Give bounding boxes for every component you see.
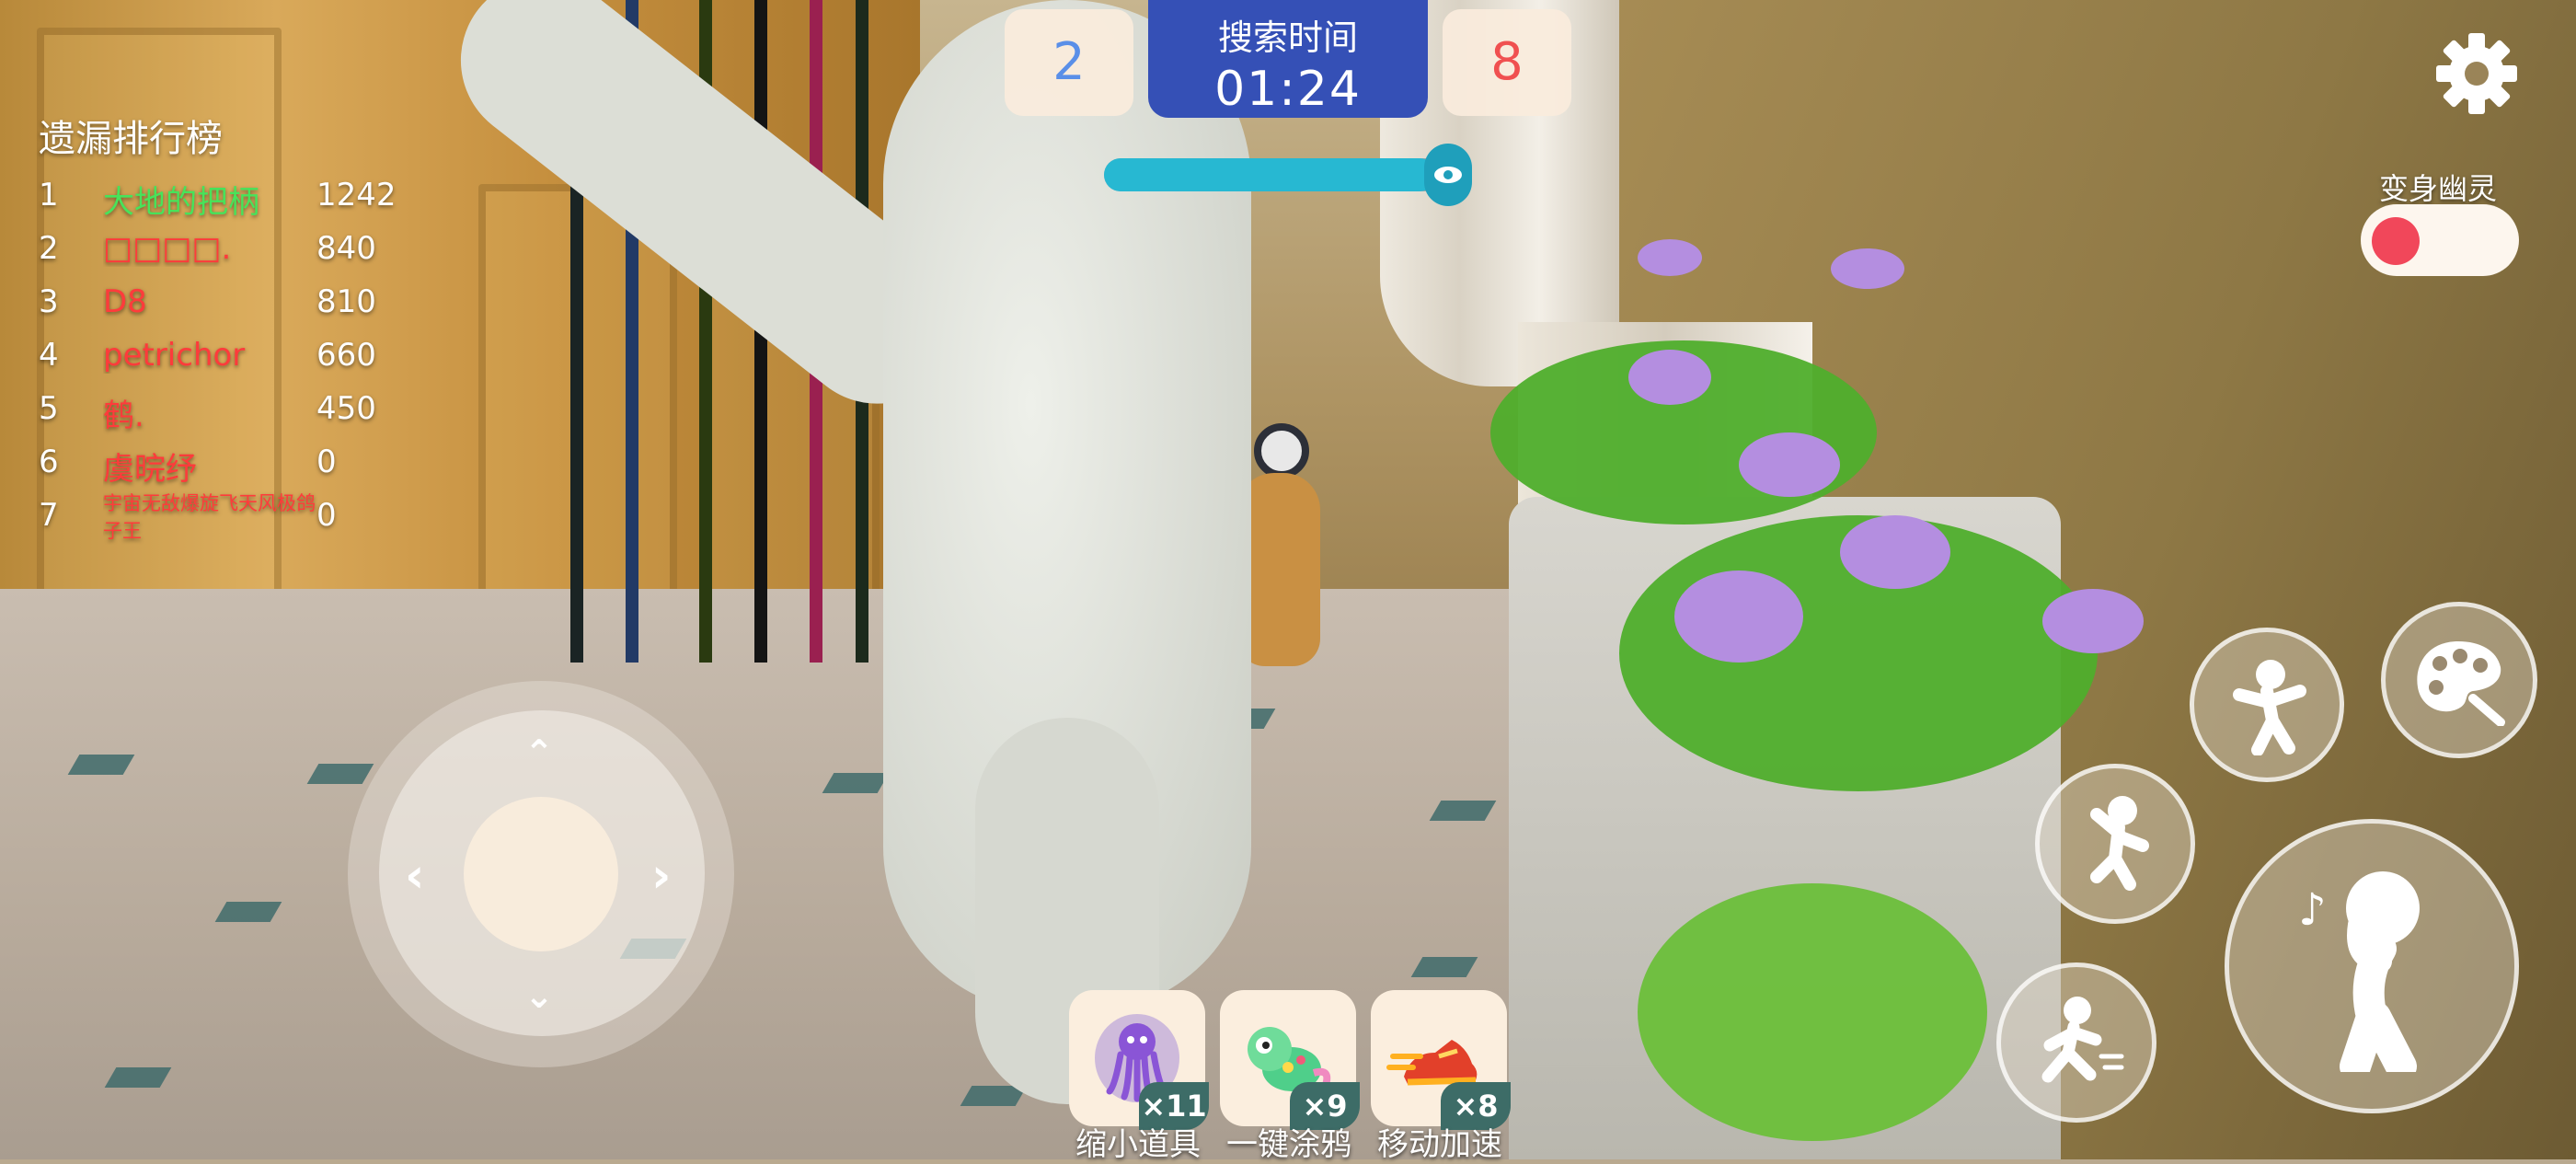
- leaderboard-score: 810: [316, 283, 376, 320]
- leaderboard-rank: 1: [39, 177, 59, 213]
- timer-label: 搜索时间: [1217, 17, 1358, 58]
- joystick-up-arrow: ⌃: [524, 732, 554, 773]
- run-icon: [2041, 997, 2124, 1083]
- graffiti-item-label: 一键涂鸦: [1226, 1126, 1351, 1163]
- joystick-right-arrow: ›: [651, 848, 672, 904]
- purple-flower: [1674, 570, 1803, 663]
- leaderboard-rank: 2: [39, 230, 59, 267]
- leaderboard-score: 0: [316, 444, 337, 480]
- svg-text:♪: ♪: [2298, 884, 2327, 936]
- palette-icon: [2417, 641, 2505, 726]
- leaderboard-row: 1 大地的把柄 1242: [39, 169, 425, 223]
- leaderboard-player-name: petrichor: [103, 337, 246, 374]
- whistle-button[interactable]: ♪: [2225, 819, 2519, 1113]
- leaderboard-row: 7 宇宙无敌爆旋飞天风极鸽子王 0: [39, 490, 425, 543]
- graffiti-item-button[interactable]: ×9: [1220, 990, 1360, 1130]
- leaderboard-rank: 7: [39, 497, 59, 534]
- eye-icon: [1424, 144, 1472, 206]
- jump-button[interactable]: [2035, 764, 2195, 924]
- ghost-mode-toggle[interactable]: [2361, 204, 2519, 276]
- sprint-button[interactable]: [1996, 962, 2156, 1123]
- leaderboard-score: 660: [316, 337, 376, 374]
- ghost-toggle-label: 变身幽灵: [2378, 171, 2497, 206]
- leaderboard-score: 450: [316, 390, 376, 427]
- timer-value: 01:24: [1214, 62, 1362, 117]
- joystick-down-arrow: ⌄: [524, 975, 554, 1016]
- leaderboard-row: 5 鹤. 450: [39, 383, 425, 436]
- leaderboard-player-name: 宇宙无敌爆旋飞天风极鸽子王: [103, 492, 316, 542]
- speed-boost-item-button[interactable]: ×8: [1371, 990, 1511, 1130]
- leaderboard-row: 6 虞晥纾 0: [39, 436, 425, 490]
- leaderboard: 1 大地的把柄 1242 2 □□□□. 840 3 D8 810 4 petr…: [0, 0, 460, 570]
- leaderboard-player-name: 鹤.: [103, 398, 144, 434]
- leaderboard-player-name: □□□□.: [103, 230, 232, 267]
- leaderboard-rank: 4: [39, 337, 59, 374]
- shrink-item-button[interactable]: ×11: [1069, 990, 1209, 1130]
- leaderboard-score: 840: [316, 230, 376, 267]
- leaderboard-score: 0: [316, 497, 337, 534]
- speed-boost-item-label: 移动加速: [1377, 1126, 1502, 1163]
- leaderboard-row: 2 □□□□. 840: [39, 223, 425, 276]
- detection-progress-fill: [1104, 158, 1436, 191]
- red-team-score: 8: [1443, 9, 1571, 116]
- whistle-icon: ♪: [2298, 871, 2420, 1072]
- toggle-knob: [2372, 217, 2420, 265]
- purple-flower: [1831, 248, 1904, 289]
- leaderboard-rank: 5: [39, 390, 59, 427]
- shrink-item-label: 缩小道具: [1075, 1126, 1201, 1163]
- purple-flower: [1840, 515, 1950, 589]
- purple-flower: [1739, 432, 1840, 497]
- paint-palette-button[interactable]: [2381, 602, 2537, 758]
- purple-flower: [1628, 350, 1711, 405]
- detection-progress-bar: [1104, 158, 1454, 191]
- leaderboard-row: 3 D8 810: [39, 276, 425, 329]
- purple-flower: [1638, 239, 1702, 276]
- purple-flower: [2042, 589, 2144, 653]
- pose-icon: [2233, 660, 2306, 755]
- emote-action-button[interactable]: [2190, 628, 2344, 782]
- leaderboard-rank: 6: [39, 444, 59, 480]
- leaderboard-player-name: 虞晥纾: [103, 451, 197, 488]
- blue-team-score: 2: [1005, 9, 1133, 116]
- leaderboard-player-name: 大地的把柄: [103, 184, 259, 221]
- joystick-left-arrow: ‹: [405, 848, 425, 904]
- jump-icon: [2090, 796, 2149, 891]
- leaderboard-row: 4 petrichor 660: [39, 329, 425, 383]
- leaderboard-rank: 3: [39, 283, 59, 320]
- leaderboard-score: 1242: [316, 177, 397, 213]
- leaderboard-player-name: D8: [103, 283, 147, 320]
- search-timer: 搜索时间 01:24: [1148, 0, 1428, 118]
- plant-leaves: [1638, 883, 1987, 1141]
- joystick-thumb[interactable]: [464, 797, 618, 951]
- gear-icon[interactable]: [2431, 28, 2523, 120]
